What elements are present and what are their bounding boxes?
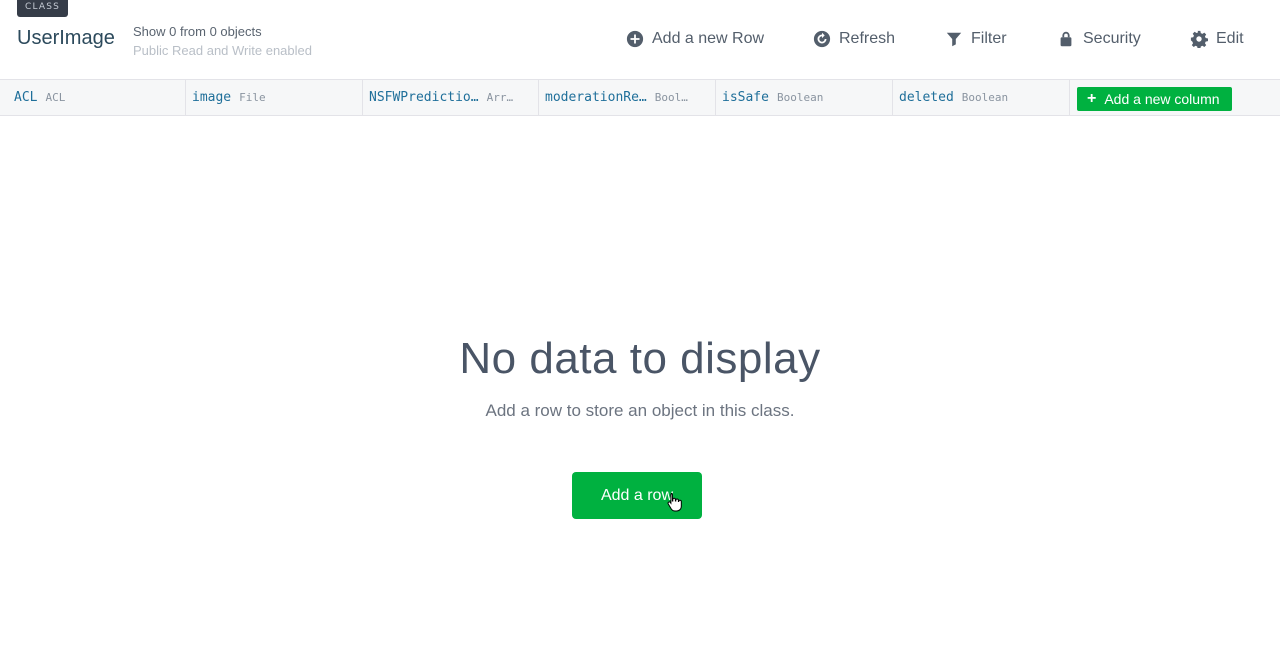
column-type: File [239,91,266,104]
object-count: Show 0 from 0 objects [133,24,262,39]
column-name: moderationRe… [545,90,647,105]
column-header-row: ACL ACL image File NSFWPredictio… Arr… m… [0,80,1280,116]
toolbar: CLASS UserImage Show 0 from 0 objects Pu… [0,0,1280,80]
add-row-button-label: Add a row [600,486,674,504]
security-action-label: Security [1083,30,1141,47]
add-column-button[interactable]: + Add a new column [1077,87,1232,111]
add-column-label: Add a new column [1104,91,1220,107]
column-header-moderationresult[interactable]: moderationRe… Bool… [539,80,716,115]
column-type: Boolean [776,91,824,104]
column-header-nsfwprediction[interactable]: NSFWPredictio… Arr… [363,80,539,115]
column-name: image [192,90,232,105]
column-type: Boolean [961,91,1009,104]
refresh-icon [813,30,831,48]
plus-icon: + [1087,90,1097,107]
column-header-acl[interactable]: ACL ACL [8,80,186,115]
column-header-deleted[interactable]: deleted Boolean [893,80,1070,115]
class-subtitle: Show 0 from 0 objects Public Read and Wr… [133,22,312,60]
column-type: ACL [45,91,66,104]
refresh-action[interactable]: Refresh [813,27,895,51]
refresh-action-label: Refresh [839,30,896,47]
class-tag: CLASS [17,0,69,17]
gear-icon [1190,30,1208,48]
class-name: UserImage [17,27,115,49]
filter-action[interactable]: Filter [945,27,1007,51]
add-row-action[interactable]: Add a new Row [626,27,764,51]
empty-state-description: Add a row to store an object in this cla… [485,401,795,420]
filter-action-label: Filter [971,30,1007,47]
column-header-image[interactable]: image File [186,80,363,115]
column-type: Arr… [486,91,514,104]
add-row-action-label: Add a new Row [652,30,765,47]
edit-action[interactable]: Edit [1190,27,1244,51]
edit-action-label: Edit [1216,30,1244,47]
column-name: ACL [14,90,38,105]
column-header-issafe[interactable]: isSafe Boolean [716,80,893,115]
column-type: Bool… [654,91,688,104]
column-name: deleted [899,90,954,105]
plus-circle-icon [626,30,644,48]
permission-status: Public Read and Write enabled [133,43,312,58]
column-name: isSafe [722,90,769,105]
empty-state-title: No data to display [459,334,821,383]
column-name: NSFWPredictio… [369,90,479,105]
lock-icon [1060,31,1072,47]
filter-icon [946,32,962,47]
hand-cursor-icon [667,493,682,512]
security-action[interactable]: Security [1057,27,1141,51]
